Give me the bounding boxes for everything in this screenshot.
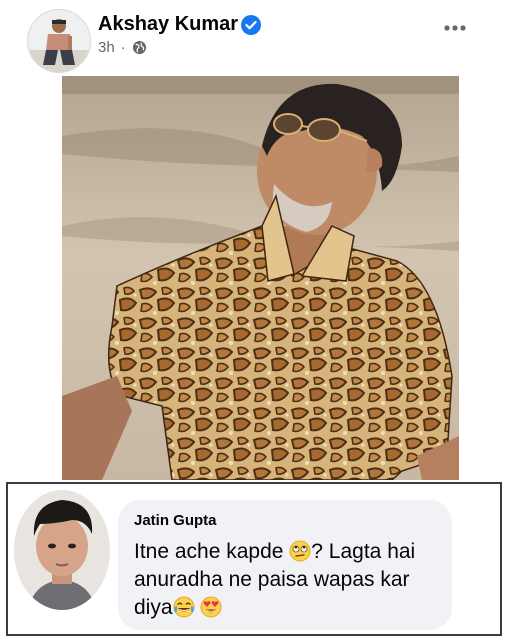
commenter-avatar[interactable]	[14, 490, 110, 610]
commenter-avatar-image	[14, 490, 110, 610]
post-header: Akshay Kumar 3h ·	[0, 0, 512, 73]
comment-text: Itne ache kapde ? Lagta hai anuradha ne …	[134, 538, 444, 622]
author-name[interactable]: Akshay Kumar	[98, 13, 238, 36]
tears-of-joy-emoji	[173, 596, 195, 618]
comment-bubble[interactable]: Jatin Gupta Itne ache kapde ? Lagta hai …	[118, 500, 452, 630]
heart-eyes-emoji	[200, 596, 222, 618]
author-avatar[interactable]	[27, 9, 91, 73]
post-time[interactable]: 3h	[98, 39, 115, 56]
more-options-icon[interactable]	[441, 20, 469, 36]
rolling-eyes-emoji	[289, 540, 311, 562]
commenter-name[interactable]: Jatin Gupta	[134, 512, 217, 529]
author-avatar-image	[28, 10, 90, 72]
comment-text-part1: Itne ache kapde	[134, 540, 284, 563]
comment-card: Jatin Gupta Itne ache kapde ? Lagta hai …	[6, 482, 502, 636]
globe-icon[interactable]	[132, 40, 147, 55]
post-photo-image	[62, 76, 459, 480]
post-meta: 3h ·	[98, 39, 147, 56]
meta-separator: ·	[120, 39, 126, 56]
verified-badge-icon	[241, 15, 261, 35]
post-photo[interactable]	[62, 76, 459, 480]
